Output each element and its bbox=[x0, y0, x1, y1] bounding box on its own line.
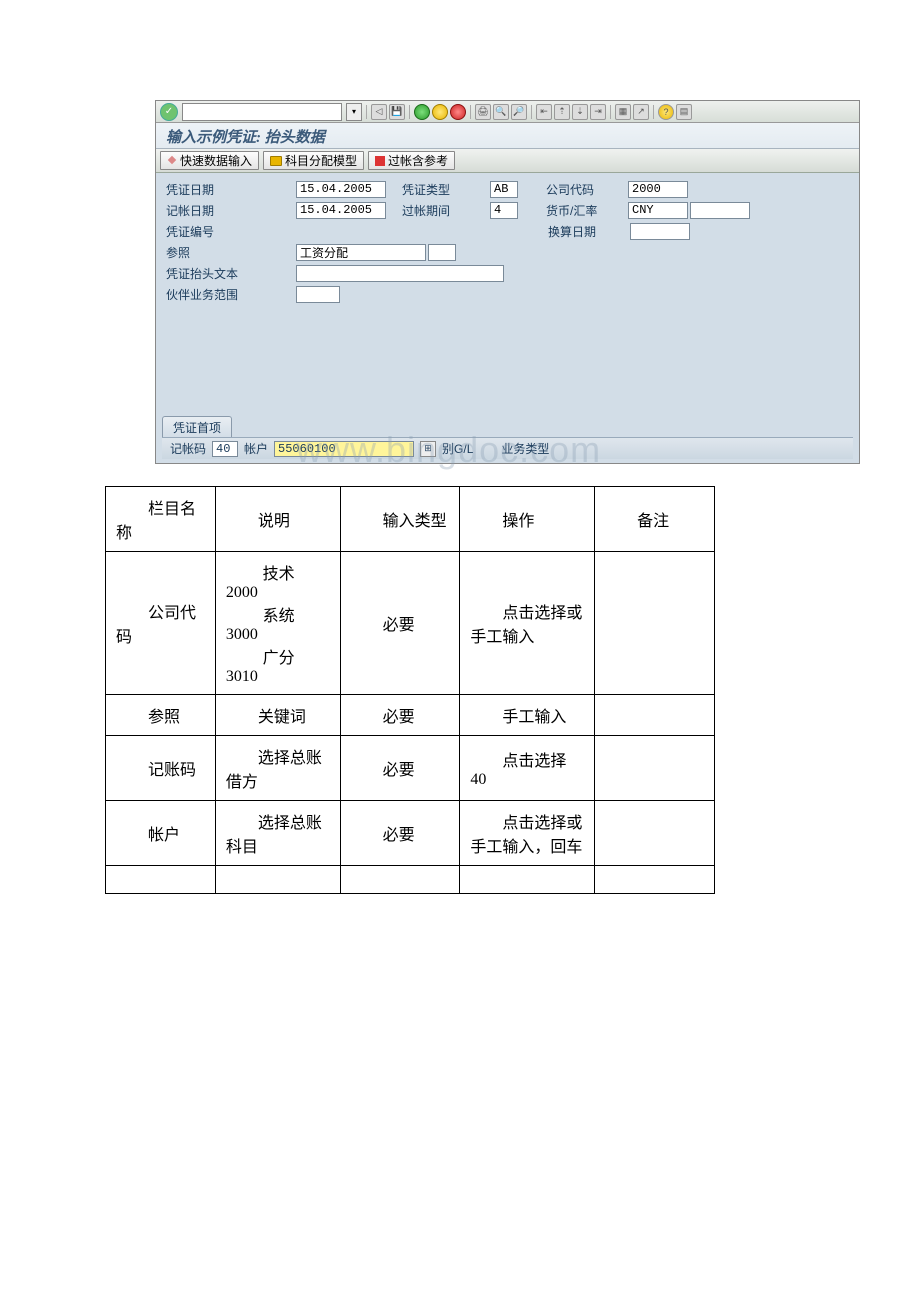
header-operation: 操作 bbox=[460, 487, 595, 552]
fast-entry-label: 快速数据输入 bbox=[180, 152, 252, 169]
header-note: 备注 bbox=[595, 487, 715, 552]
account-label: 帐户 bbox=[244, 440, 268, 457]
posting-key-label: 记帐码 bbox=[170, 440, 206, 457]
posting-key-input[interactable]: 40 bbox=[212, 441, 238, 457]
post-reference-button[interactable]: 过帐含参考 bbox=[368, 151, 455, 170]
form-row: 参照 工资分配 bbox=[166, 242, 849, 262]
partner-ba-input[interactable] bbox=[296, 286, 340, 303]
find-icon[interactable]: 🔍 bbox=[493, 104, 509, 120]
desc-cell: 技术 2000系统 3000广分 3010 bbox=[215, 552, 340, 695]
sap-main-toolbar: ✓ ▾ ◁ 💾 🖨 🔍 🔎 ⇤ ⇡ ⇣ ⇥ ▦ ↗ ? ▤ bbox=[156, 101, 859, 123]
form-row: 凭证抬头文本 bbox=[166, 263, 849, 283]
form-row: 记帐日期 15.04.2005 过帐期间 4 货币/汇率 CNY bbox=[166, 200, 849, 220]
toolbar-separator bbox=[470, 105, 471, 119]
account-model-label: 科目分配模型 bbox=[285, 152, 357, 169]
company-code-label: 公司代码 bbox=[546, 181, 628, 198]
toolbar-separator bbox=[610, 105, 611, 119]
doc-number-label: 凭证编号 bbox=[166, 223, 296, 240]
toolbar-separator bbox=[531, 105, 532, 119]
last-page-icon[interactable]: ⇥ bbox=[590, 104, 606, 120]
search-help-icon[interactable]: ⊞ bbox=[420, 441, 436, 457]
print-icon[interactable]: 🖨 bbox=[475, 104, 491, 120]
currency-label: 货币/汇率 bbox=[546, 202, 628, 219]
save-icon[interactable]: 💾 bbox=[389, 104, 405, 120]
tab-strip: 凭证首项 bbox=[162, 412, 232, 435]
sgl-label: 别G/L bbox=[442, 440, 473, 457]
header-text-input[interactable] bbox=[296, 265, 504, 282]
header-form: 凭证日期 15.04.2005 凭证类型 AB 公司代码 2000 记帐日期 1… bbox=[156, 173, 859, 463]
reference-ext-input[interactable] bbox=[428, 244, 456, 261]
table-row: 公司代码 技术 2000系统 3000广分 3010 必要 点击选择或手工输入 bbox=[106, 552, 715, 695]
toolbar-separator bbox=[366, 105, 367, 119]
screen-title: 输入示例凭证: 抬头数据 bbox=[156, 123, 859, 149]
toolbar-separator bbox=[653, 105, 654, 119]
header-description: 说明 bbox=[215, 487, 340, 552]
app-toolbar: 快速数据输入 科目分配模型 过帐含参考 bbox=[156, 149, 859, 173]
shortcut-icon[interactable]: ↗ bbox=[633, 104, 649, 120]
reference-input[interactable]: 工资分配 bbox=[296, 244, 426, 261]
next-page-icon[interactable]: ⇣ bbox=[572, 104, 588, 120]
table-row: 参照 关键词 必要 手工输入 bbox=[106, 695, 715, 736]
table-header-row: 栏目名称 说明 输入类型 操作 备注 bbox=[106, 487, 715, 552]
folder-icon bbox=[270, 156, 282, 166]
instruction-table: 栏目名称 说明 输入类型 操作 备注 公司代码 技术 2000系统 3000广分… bbox=[105, 486, 715, 894]
doc-type-input[interactable]: AB bbox=[490, 181, 518, 198]
doc-type-label: 凭证类型 bbox=[402, 181, 490, 198]
prev-page-icon[interactable]: ⇡ bbox=[554, 104, 570, 120]
exit-icon[interactable] bbox=[432, 104, 448, 120]
help-icon[interactable]: ? bbox=[658, 104, 674, 120]
table-row: 帐户 选择总账科目 必要 点击选择或手工输入，回车 bbox=[106, 801, 715, 866]
layout-icon[interactable]: ▤ bbox=[676, 104, 692, 120]
tab-first-item[interactable]: 凭证首项 bbox=[162, 416, 232, 439]
header-column-name: 栏目名称 bbox=[106, 487, 216, 552]
period-label: 过帐期间 bbox=[402, 202, 490, 219]
form-row: 凭证编号 换算日期 bbox=[166, 221, 849, 241]
account-model-button[interactable]: 科目分配模型 bbox=[263, 151, 364, 170]
toolbar-separator bbox=[409, 105, 410, 119]
back-icon[interactable]: ◁ bbox=[371, 104, 387, 120]
posting-date-input[interactable]: 15.04.2005 bbox=[296, 202, 386, 219]
pencil-icon bbox=[167, 154, 177, 168]
company-code-input[interactable]: 2000 bbox=[628, 181, 688, 198]
flag-icon bbox=[375, 156, 385, 166]
enter-icon[interactable]: ✓ bbox=[160, 103, 178, 121]
posting-date-label: 记帐日期 bbox=[166, 202, 296, 219]
currency-input[interactable]: CNY bbox=[628, 202, 688, 219]
translate-date-input[interactable] bbox=[630, 223, 690, 240]
new-session-icon[interactable]: ▦ bbox=[615, 104, 631, 120]
command-field[interactable] bbox=[182, 103, 342, 121]
table-row bbox=[106, 866, 715, 894]
translate-date-label: 换算日期 bbox=[548, 223, 630, 240]
table-row: 记账码 选择总账借方 必要 点击选择 40 bbox=[106, 736, 715, 801]
account-input[interactable]: 55060100 bbox=[274, 441, 414, 457]
trans-type-label: 业务类型 bbox=[501, 440, 549, 457]
doc-date-input[interactable]: 15.04.2005 bbox=[296, 181, 386, 198]
header-input-type: 输入类型 bbox=[340, 487, 460, 552]
find-next-icon[interactable]: 🔎 bbox=[511, 104, 527, 120]
header-text-label: 凭证抬头文本 bbox=[166, 265, 296, 282]
fast-entry-button[interactable]: 快速数据输入 bbox=[160, 151, 259, 170]
cancel-icon[interactable] bbox=[450, 104, 466, 120]
post-reference-label: 过帐含参考 bbox=[388, 152, 448, 169]
first-line-item-row: 记帐码 40 帐户 55060100 ⊞ 别G/L 业务类型 bbox=[162, 437, 853, 459]
form-row: 伙伴业务范围 bbox=[166, 284, 849, 304]
period-input[interactable]: 4 bbox=[490, 202, 518, 219]
sap-window: ✓ ▾ ◁ 💾 🖨 🔍 🔎 ⇤ ⇡ ⇣ ⇥ ▦ ↗ ? ▤ bbox=[155, 100, 860, 464]
form-row: 凭证日期 15.04.2005 凭证类型 AB 公司代码 2000 bbox=[166, 179, 849, 199]
first-page-icon[interactable]: ⇤ bbox=[536, 104, 552, 120]
exchange-rate-input[interactable] bbox=[690, 202, 750, 219]
partner-ba-label: 伙伴业务范围 bbox=[166, 286, 296, 303]
doc-date-label: 凭证日期 bbox=[166, 181, 296, 198]
reference-label: 参照 bbox=[166, 244, 296, 261]
back-green-icon[interactable] bbox=[414, 104, 430, 120]
command-dropdown-icon[interactable]: ▾ bbox=[346, 103, 362, 121]
